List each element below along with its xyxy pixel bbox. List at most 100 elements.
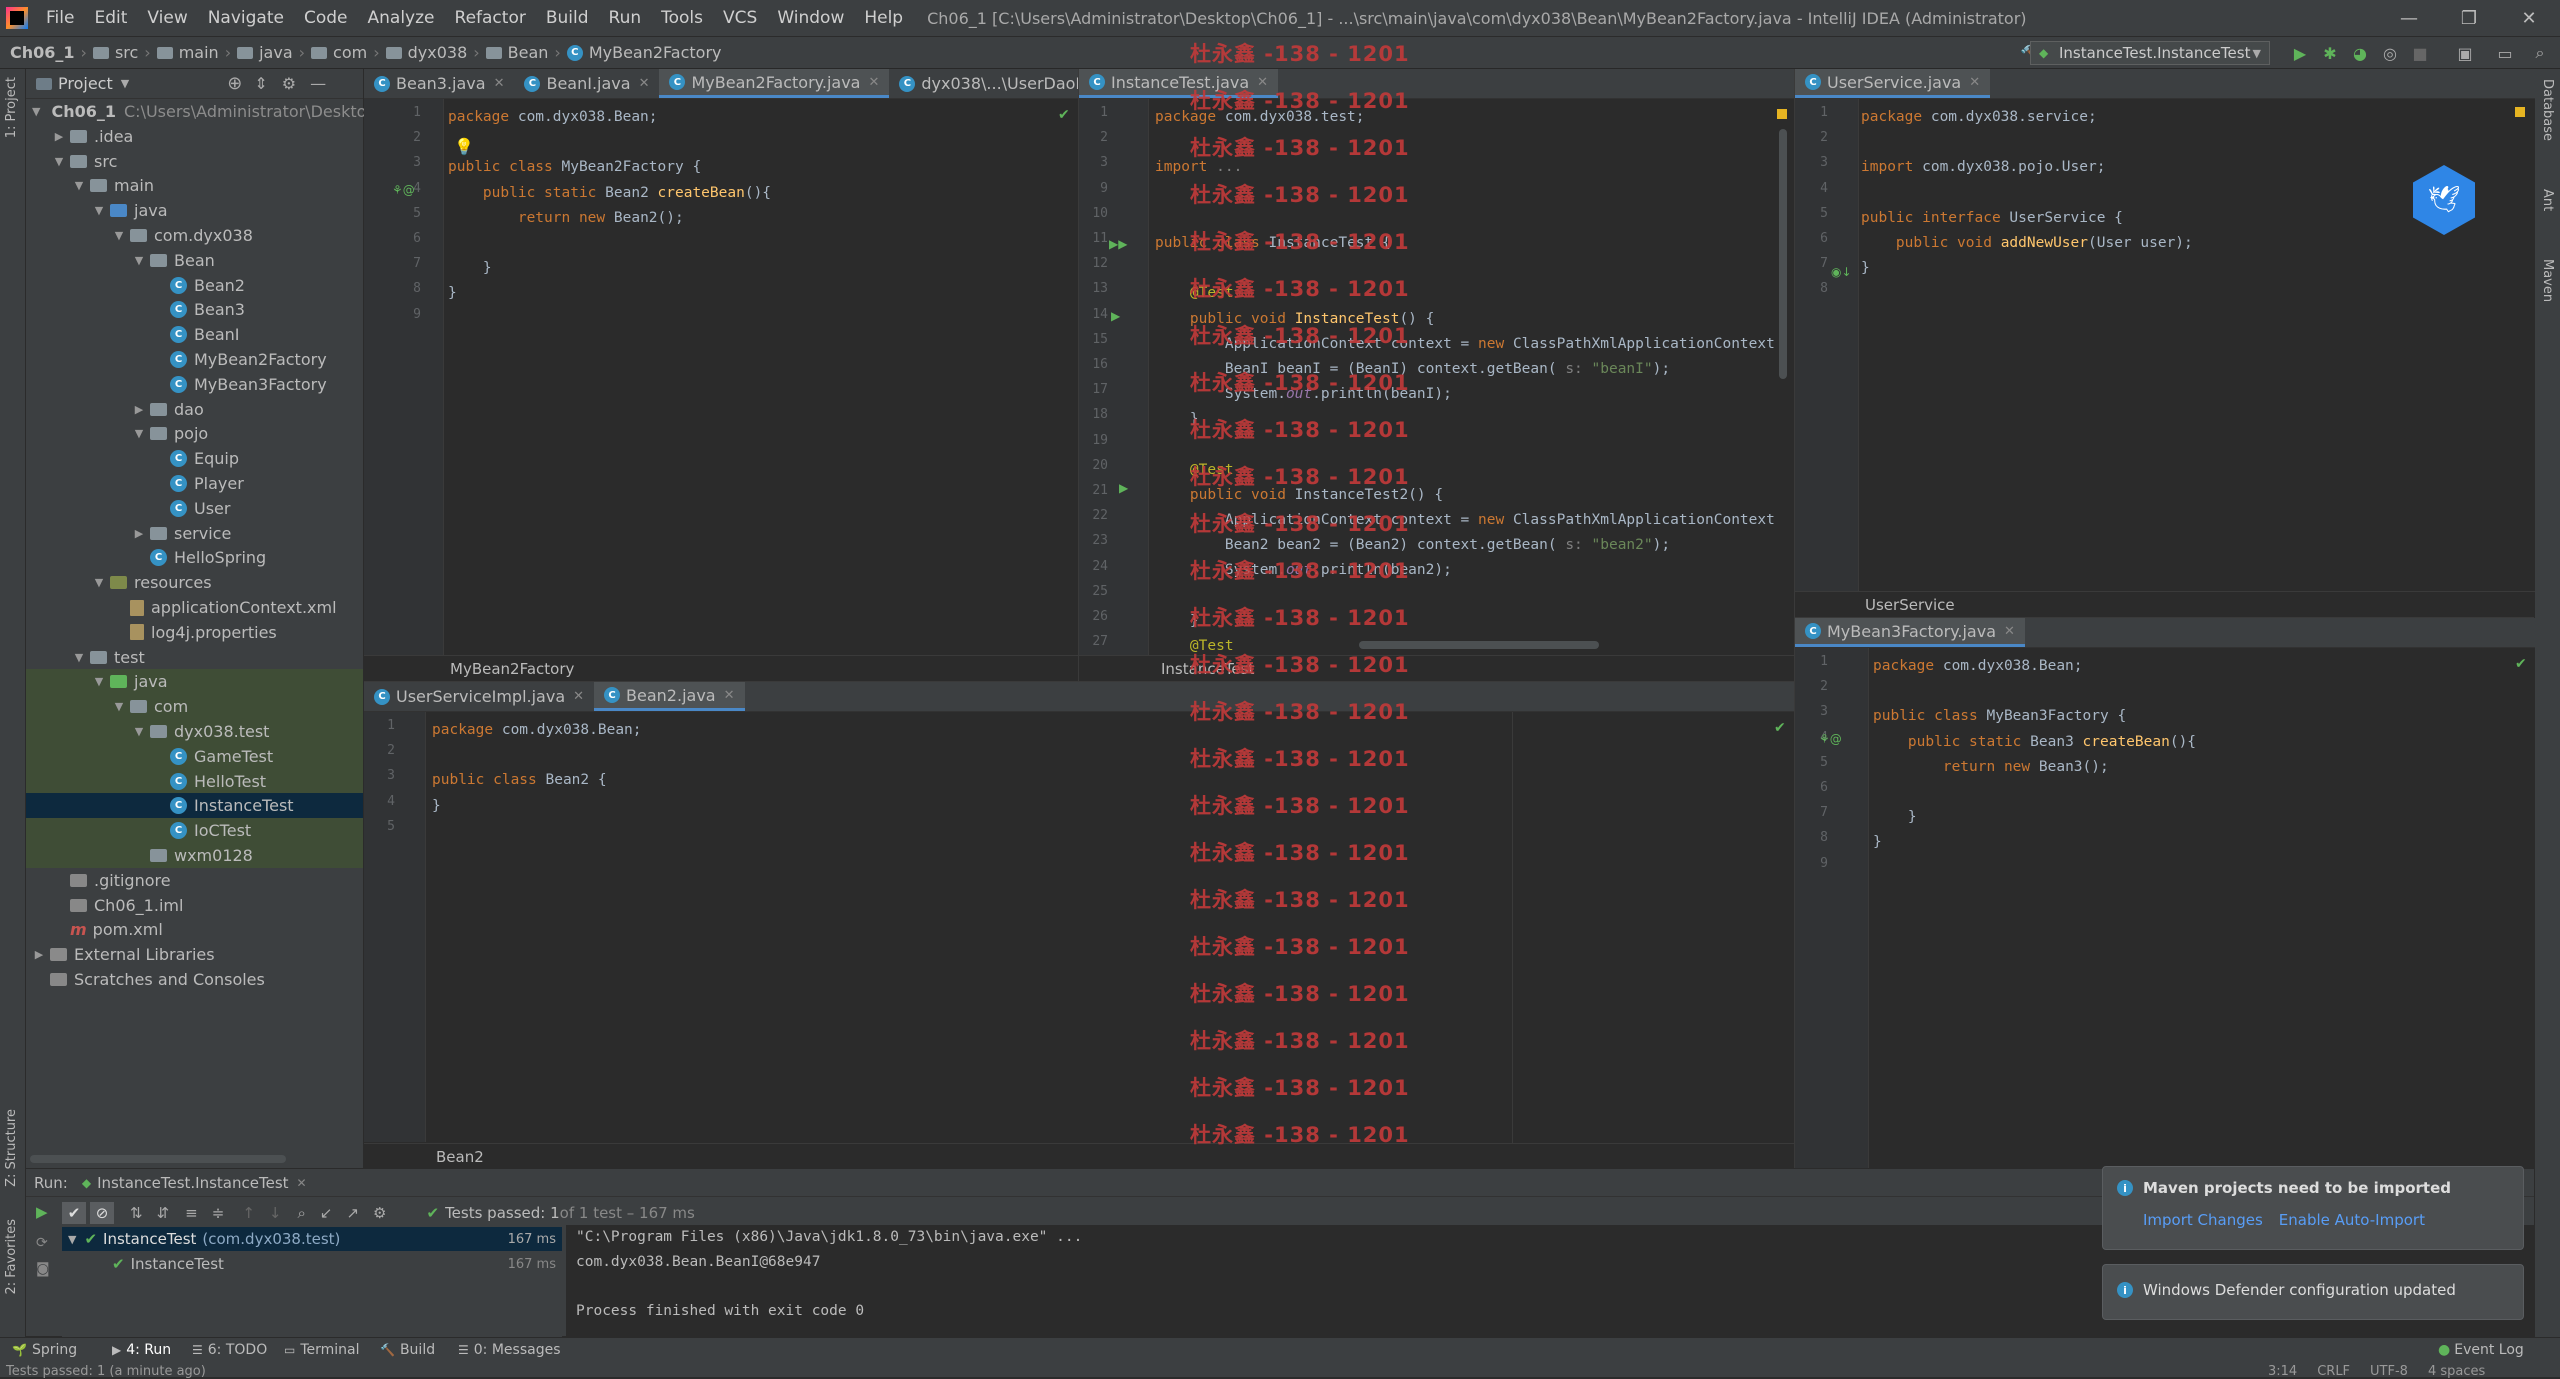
expand-down-icon[interactable]: ▼ <box>92 675 106 688</box>
code-area[interactable]: package com.dyx038.Bean; public class My… <box>448 105 771 332</box>
toolwindow-terminal[interactable]: ▭ Terminal <box>284 1342 360 1358</box>
close-icon[interactable]: ✕ <box>724 688 735 703</box>
close-icon[interactable]: ✕ <box>573 689 584 704</box>
menu-refactor[interactable]: Refactor <box>445 8 536 28</box>
breadcrumb-item[interactable]: Bean › <box>485 43 567 62</box>
code-area[interactable]: package com.dyx038.service; import com.d… <box>1861 105 2193 307</box>
debug-icon[interactable]: ✱ <box>2320 43 2340 63</box>
expand-down-icon[interactable]: ▼ <box>112 229 126 242</box>
breadcrumb-item[interactable]: java › <box>237 43 311 62</box>
tree-row-beani[interactable]: C BeanI <box>26 322 363 347</box>
expand-down-icon[interactable]: ▼ <box>52 155 66 168</box>
expand-down-icon[interactable]: ▼ <box>132 254 146 267</box>
menu-run[interactable]: Run <box>599 8 652 28</box>
close-icon[interactable]: ✕ <box>639 76 650 91</box>
menu-edit[interactable]: Edit <box>84 8 137 28</box>
toolwindow-spring[interactable]: 🌱 Spring <box>12 1342 77 1358</box>
structure-tool-button[interactable]: Z: Structure <box>4 1109 19 1187</box>
test-case-row[interactable]: ✔ InstanceTest 167 ms <box>62 1252 562 1276</box>
intention-bulb-icon[interactable]: 💡 <box>454 137 474 156</box>
tree-row-pom-xml[interactable]: m pom.xml <box>26 917 363 942</box>
code-area[interactable]: package com.dyx038.Bean; public class My… <box>1873 654 2196 881</box>
expand-down-icon[interactable]: ▼ <box>32 105 40 118</box>
import-changes-link[interactable]: Import Changes <box>2143 1211 2263 1229</box>
run-tab[interactable]: InstanceTest.InstanceTest <box>97 1174 288 1192</box>
tree-row--idea[interactable]: ▶ .idea <box>26 124 363 149</box>
search-icon[interactable]: ⌕ <box>2530 43 2550 63</box>
breadcrumb-item[interactable]: dyx038 › <box>385 43 486 62</box>
tree-row-applicationcontext-xml[interactable]: applicationContext.xml <box>26 595 363 620</box>
tree-row-ch06-1-iml[interactable]: Ch06_1.iml <box>26 893 363 918</box>
toolwindow-6-todo[interactable]: ☰ 6: TODO <box>192 1342 267 1358</box>
tree-row-hellospring[interactable]: C HelloSpring <box>26 545 363 570</box>
tree-row-main[interactable]: ▼ main <box>26 173 363 198</box>
inspection-warning-marker[interactable] <box>1777 109 1787 119</box>
expand-right-icon[interactable]: ▶ <box>132 403 146 416</box>
run-test2-gutter-icon[interactable]: ▶ <box>1119 481 1128 495</box>
close-icon[interactable]: ✕ <box>868 75 879 90</box>
collapse-all-icon[interactable]: ≑ <box>212 1204 225 1222</box>
close-icon[interactable]: ✕ <box>494 76 505 91</box>
tree-row-gametest[interactable]: C GameTest <box>26 743 363 769</box>
inspection-warning-marker[interactable] <box>2515 107 2525 117</box>
next-failed-icon[interactable]: ↓ <box>269 1204 282 1222</box>
profile-icon[interactable]: ◎ <box>2380 43 2400 63</box>
menu-build[interactable]: Build <box>536 8 599 28</box>
run-configuration-select[interactable]: ◆ InstanceTest.InstanceTest ▼ <box>2030 41 2270 65</box>
hide-icon[interactable]: — <box>310 74 326 93</box>
project-structure-icon[interactable]: ▣ <box>2455 43 2475 63</box>
expand-down-icon[interactable]: ▼ <box>92 204 106 217</box>
locate-icon[interactable]: ⊕ <box>227 73 242 94</box>
expand-right-icon[interactable]: ▶ <box>132 527 146 540</box>
show-ignored-icon[interactable]: ⊘ <box>90 1202 114 1224</box>
close-icon[interactable]: ✕ <box>297 1176 307 1190</box>
tree-row-wxm0128[interactable]: wxm0128 <box>26 843 363 868</box>
enable-auto-import-link[interactable]: Enable Auto-Import <box>2279 1211 2425 1229</box>
bean-gutter-icon[interactable]: ⚘@ <box>392 183 415 197</box>
tree-row-user[interactable]: C User <box>26 496 363 521</box>
tree-row-pojo[interactable]: ▼ pojo <box>26 421 363 446</box>
editor-breadcrumb[interactable]: MyBean2Factory <box>364 655 1078 681</box>
favorites-tool-button[interactable]: 2: Favorites <box>4 1219 19 1295</box>
close-icon[interactable]: ✕ <box>2004 624 2015 639</box>
minimize-button[interactable]: — <box>2380 0 2438 37</box>
menu-help[interactable]: Help <box>854 8 913 28</box>
maven-tool-button[interactable]: Maven <box>2540 259 2555 302</box>
tree-row-mybean3factory[interactable]: C MyBean3Factory <box>26 372 363 397</box>
search-icon[interactable]: ⌕ <box>297 1204 305 1222</box>
show-passed-icon[interactable]: ✔ <box>62 1202 86 1224</box>
project-panel-title[interactable]: Project <box>58 74 113 93</box>
code-area[interactable]: package com.dyx038.Bean; public class Be… <box>432 718 642 844</box>
menu-view[interactable]: View <box>137 8 197 28</box>
tab-beani-java[interactable]: C BeanI.java ✕ <box>514 69 659 98</box>
toolwindow-0-messages[interactable]: ☰ 0: Messages <box>458 1342 561 1358</box>
tree-row-resources[interactable]: ▼ resources <box>26 570 363 595</box>
close-button[interactable]: ✕ <box>2500 0 2558 37</box>
editor-breadcrumb[interactable]: InstanceTest <box>1079 655 1795 681</box>
expand-all-icon[interactable]: ≡ <box>185 1204 198 1222</box>
ant-tool-button[interactable]: Ant <box>2540 189 2555 211</box>
database-tool-button[interactable]: Database <box>2540 79 2555 141</box>
export-tests-icon[interactable]: ↗ <box>346 1204 359 1222</box>
sort-alpha-icon[interactable]: ⇅ <box>130 1204 143 1222</box>
toolwindow-build[interactable]: 🔨 Build <box>380 1342 435 1358</box>
chevron-down-icon[interactable]: ▼ <box>121 77 129 90</box>
import-tests-icon[interactable]: ↙ <box>320 1204 333 1222</box>
tree-row-scratches-and-consoles[interactable]: Scratches and Consoles <box>26 967 363 992</box>
tab-bean2-java[interactable]: C Bean2.java ✕ <box>594 682 745 711</box>
menu-navigate[interactable]: Navigate <box>198 8 294 28</box>
tab-userserviceimpl-java[interactable]: C UserServiceImpl.java ✕ <box>364 682 594 711</box>
menu-vcs[interactable]: VCS <box>713 8 767 28</box>
expand-right-icon[interactable]: ▶ <box>52 130 66 143</box>
tree-row-mybean2factory[interactable]: C MyBean2Factory <box>26 347 363 372</box>
horizontal-scrollbar[interactable] <box>1359 641 1599 649</box>
vertical-scrollbar[interactable] <box>1779 129 1787 379</box>
stop-icon[interactable]: ■ <box>2410 43 2430 63</box>
menu-tools[interactable]: Tools <box>651 8 713 28</box>
breadcrumb-item[interactable]: Ch06_1 › <box>10 43 93 62</box>
implemented-gutter-icon[interactable]: ◉↓ <box>1831 265 1852 279</box>
expand-down-icon[interactable]: ▼ <box>132 725 146 738</box>
expand-down-icon[interactable]: ▼ <box>72 179 86 192</box>
run-icon[interactable]: ▶ <box>2290 43 2310 63</box>
breadcrumb-item[interactable]: com › <box>311 43 386 62</box>
